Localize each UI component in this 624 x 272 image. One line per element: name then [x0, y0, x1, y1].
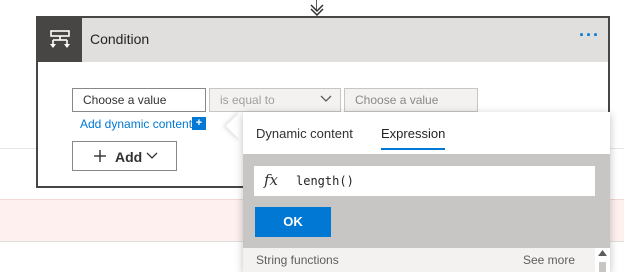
add-dynamic-content-icon[interactable]: +	[192, 117, 206, 130]
add-button-label: Add	[115, 149, 143, 165]
add-dynamic-content-link[interactable]: Add dynamic content	[80, 117, 192, 131]
tab-expression[interactable]: Expression	[381, 126, 446, 150]
expression-panel: fx length() OK String functions See more	[243, 154, 610, 272]
operator-value: is equal to	[220, 93, 275, 107]
see-more-link[interactable]: See more	[523, 253, 575, 267]
right-value-input[interactable]: Choose a value	[344, 88, 478, 112]
section-header: String functions See more	[243, 248, 595, 272]
scrollbar[interactable]	[595, 248, 610, 272]
section-title: String functions	[256, 253, 339, 267]
flyout-tabs: Dynamic content Expression	[243, 112, 610, 152]
more-options-icon[interactable]: ···	[579, 26, 600, 44]
chevron-down-icon	[320, 95, 332, 102]
chevron-down-icon	[146, 152, 158, 159]
tab-dynamic-content[interactable]: Dynamic content	[256, 126, 353, 150]
operator-dropdown[interactable]: is equal to	[209, 88, 341, 112]
ok-button[interactable]: OK	[255, 207, 331, 237]
dynamic-content-flyout: Dynamic content Expression fx length() O…	[243, 112, 610, 272]
scrollbar-thumb[interactable]	[599, 262, 606, 272]
expression-input[interactable]: fx length()	[254, 166, 595, 196]
card-header[interactable]: Condition ···	[38, 18, 608, 62]
right-value-placeholder: Choose a value	[355, 93, 439, 107]
down-arrow-icon	[310, 4, 324, 16]
condition-icon	[38, 18, 82, 62]
expression-value: length()	[296, 174, 354, 188]
plus-icon	[94, 150, 106, 162]
card-title: Condition	[90, 31, 150, 47]
left-value-placeholder: Choose a value	[83, 93, 167, 107]
fx-icon: fx	[264, 171, 279, 189]
left-value-input[interactable]: Choose a value	[72, 88, 206, 112]
add-button[interactable]: Add	[72, 141, 177, 171]
caret-up-icon[interactable]	[598, 250, 607, 256]
